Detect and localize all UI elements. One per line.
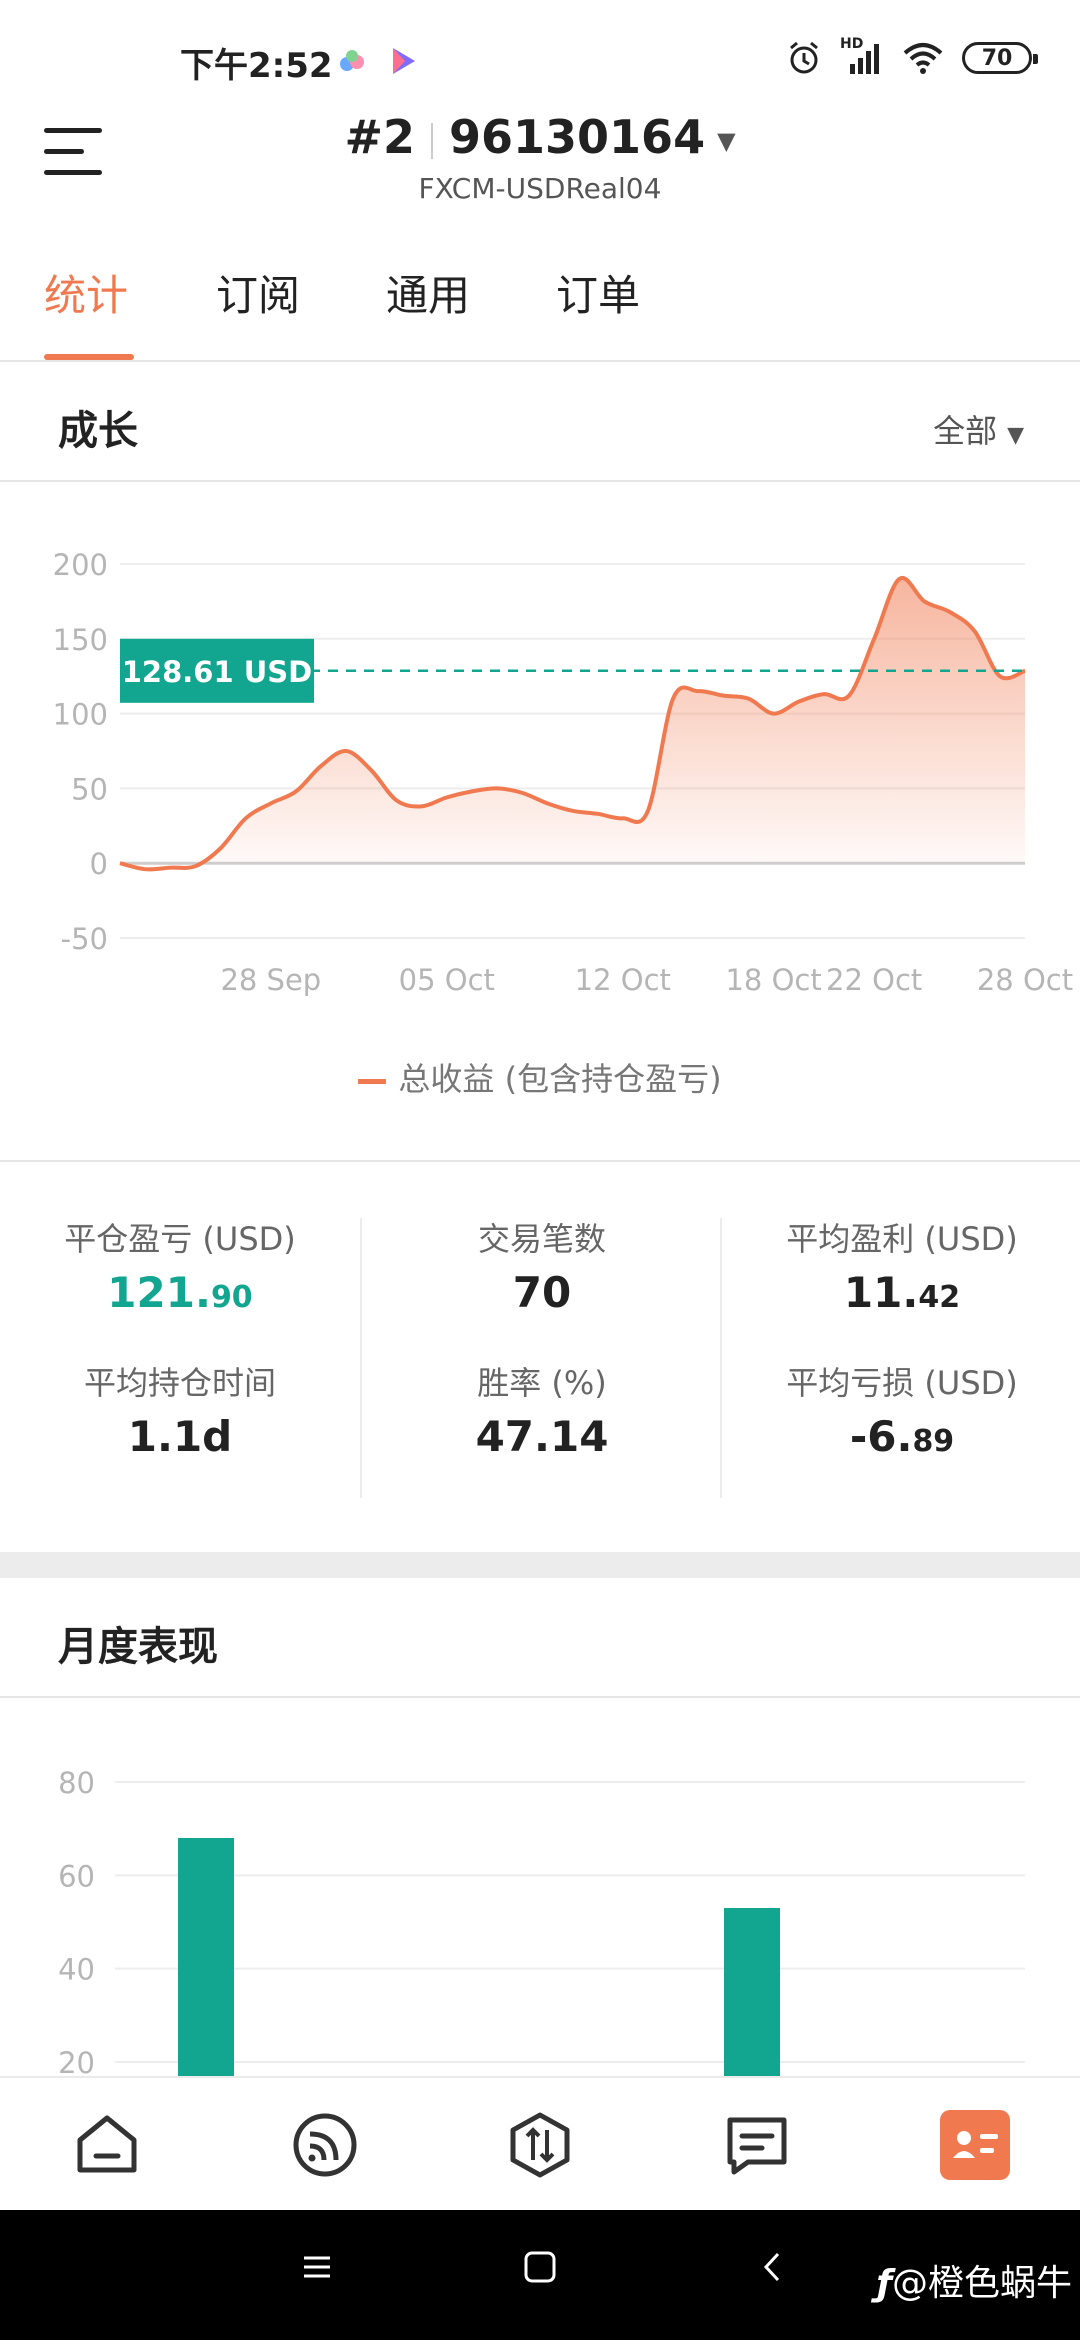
x-tick-label: 05 Oct — [399, 963, 495, 997]
stat-label: 交易笔数 — [477, 1220, 606, 1258]
y-tick-label: 60 — [58, 1859, 95, 1893]
growth-legend: 总收益 (包含持仓盈亏) — [0, 1054, 1080, 1100]
y-tick-label: 150 — [53, 623, 108, 657]
bar — [178, 1837, 234, 2076]
back-chevron-icon[interactable] — [756, 2250, 790, 2284]
growth-header: 成长 全部 ▼ — [0, 362, 1080, 482]
bar — [724, 1907, 780, 2076]
y-tick-label: 20 — [58, 2046, 95, 2076]
app-header: #2 96130164 ▼ FXCM-USDReal04 — [0, 100, 1080, 220]
stats-column-right: 平均盈利 (USD) 11.42 平均亏损 (USD) -6.89 — [720, 1218, 1080, 1498]
recents-menu-icon[interactable] — [300, 2250, 334, 2284]
stat-value: 1.1d — [127, 1412, 233, 1461]
stat-value: 121.90 — [107, 1268, 253, 1317]
current-value-label: 128.61 USD — [122, 655, 313, 689]
stat-value: 70 — [512, 1268, 572, 1317]
status-time: 下午2:52 — [180, 46, 333, 86]
stat-win-rate: 胜率 (%) 47.14 — [362, 1358, 722, 1461]
tab-subscribe[interactable]: 订阅 — [216, 262, 300, 323]
range-filter[interactable]: 全部 ▼ — [933, 406, 1024, 452]
stats-column-left: 平仓盈亏 (USD) 121.90 平均持仓时间 1.1d — [0, 1162, 360, 1554]
x-tick-label: 12 Oct — [575, 963, 671, 997]
tab-general[interactable]: 通用 — [386, 262, 470, 323]
chevron-down-icon: ▼ — [1007, 423, 1024, 448]
y-tick-label: 40 — [58, 1953, 95, 1987]
active-tab-indicator — [44, 354, 134, 360]
growth-chart-panel: 200 150 100 50 0 -50 28 Sep 05 Oct 12 Oct 18 Oct 2… — [0, 484, 1080, 1160]
monthly-chart-panel: 80 60 40 20 — [0, 1700, 1080, 2076]
account-index: #2 — [344, 110, 416, 164]
section-divider — [0, 1552, 1080, 1578]
account-selector[interactable]: #2 96130164 ▼ — [0, 110, 1080, 164]
home-square-icon[interactable] — [523, 2250, 557, 2284]
legend-label: 总收益 (包含持仓盈亏) — [398, 1060, 722, 1098]
stat-value: -6.89 — [849, 1412, 955, 1461]
home-icon[interactable] — [72, 2110, 142, 2180]
x-tick-label: 22 Oct — [826, 963, 922, 997]
y-tick-label: 100 — [53, 698, 108, 732]
y-tick-label: 80 — [58, 1766, 95, 1800]
stats-panel: 平仓盈亏 (USD) 121.90 平均持仓时间 1.1d 交易笔数 70 胜率… — [0, 1160, 1080, 1552]
stat-value: 47.14 — [475, 1412, 609, 1461]
stat-avg-hold-time: 平均持仓时间 1.1d — [0, 1358, 360, 1461]
signal-feed-icon[interactable] — [290, 2110, 360, 2180]
growth-title: 成长 — [58, 408, 138, 454]
x-tick-label: 18 Oct — [725, 963, 821, 997]
stat-label: 平均亏损 (USD) — [786, 1364, 1018, 1402]
bottom-nav — [0, 2076, 1080, 2210]
play-store-icon — [393, 48, 415, 74]
watermark-logo-icon: ƒ — [876, 2263, 892, 2304]
stat-label: 平均持仓时间 — [83, 1364, 276, 1402]
chevron-down-icon: ▼ — [717, 126, 736, 155]
monthly-chart: 80 60 40 20 — [58, 1766, 1025, 2076]
stat-label: 胜率 (%) — [477, 1364, 607, 1402]
y-tick-label: 0 — [90, 847, 108, 881]
wifi-icon — [903, 43, 943, 74]
stats-column-middle: 交易笔数 70 胜率 (%) 47.14 — [360, 1218, 720, 1498]
monthly-header: 月度表现 — [0, 1578, 1080, 1698]
stat-avg-profit: 平均盈利 (USD) 11.42 — [722, 1214, 1080, 1317]
growth-chart: 200150100500-5028 Sep 05 Oct 12 Oct 18 Oct 2… — [53, 548, 1073, 997]
tab-bar: 统计 订阅 通用 订单 — [0, 222, 1080, 362]
status-right-cluster: HD 70 — [786, 36, 1038, 76]
range-filter-label: 全部 — [933, 412, 998, 450]
y-tick-label: 200 — [53, 548, 108, 582]
account-number: 96130164 — [449, 110, 706, 164]
legend-swatch — [358, 1078, 387, 1084]
x-tick-label: 28 Sep — [220, 963, 321, 997]
stat-value: 11.42 — [843, 1268, 961, 1317]
server-name: FXCM-USDReal04 — [418, 172, 662, 205]
messages-icon[interactable] — [722, 2110, 792, 2180]
trade-icon[interactable] — [505, 2110, 575, 2180]
y-tick-label: 50 — [71, 772, 108, 806]
watermark: ƒ@橙色蜗牛 — [876, 2254, 1072, 2306]
stat-avg-loss: 平均亏损 (USD) -6.89 — [722, 1358, 1080, 1461]
stat-label: 平均盈利 (USD) — [786, 1220, 1018, 1258]
stat-trade-count: 交易笔数 70 — [362, 1214, 722, 1317]
stat-label: 平仓盈亏 (USD) — [64, 1220, 296, 1258]
tab-statistics[interactable]: 统计 — [44, 262, 128, 323]
watermark-text: @橙色蜗牛 — [891, 2263, 1072, 2304]
stat-closed-pnl: 平仓盈亏 (USD) 121.90 — [0, 1214, 360, 1317]
cloud-app-icon — [340, 50, 364, 71]
monthly-title: 月度表现 — [58, 1624, 218, 1670]
tab-orders[interactable]: 订单 — [556, 262, 640, 323]
x-tick-label: 28 Oct — [977, 963, 1073, 997]
alarm-icon — [790, 41, 818, 74]
system-nav-bar: ƒ@橙色蜗牛 — [0, 2210, 1080, 2340]
battery-indicator: 70 — [962, 42, 1038, 74]
y-tick-label: -50 — [61, 922, 108, 956]
area-fill — [120, 577, 1025, 870]
profile-card-icon[interactable] — [940, 2110, 1010, 2180]
signal-icon: HD — [840, 36, 884, 76]
